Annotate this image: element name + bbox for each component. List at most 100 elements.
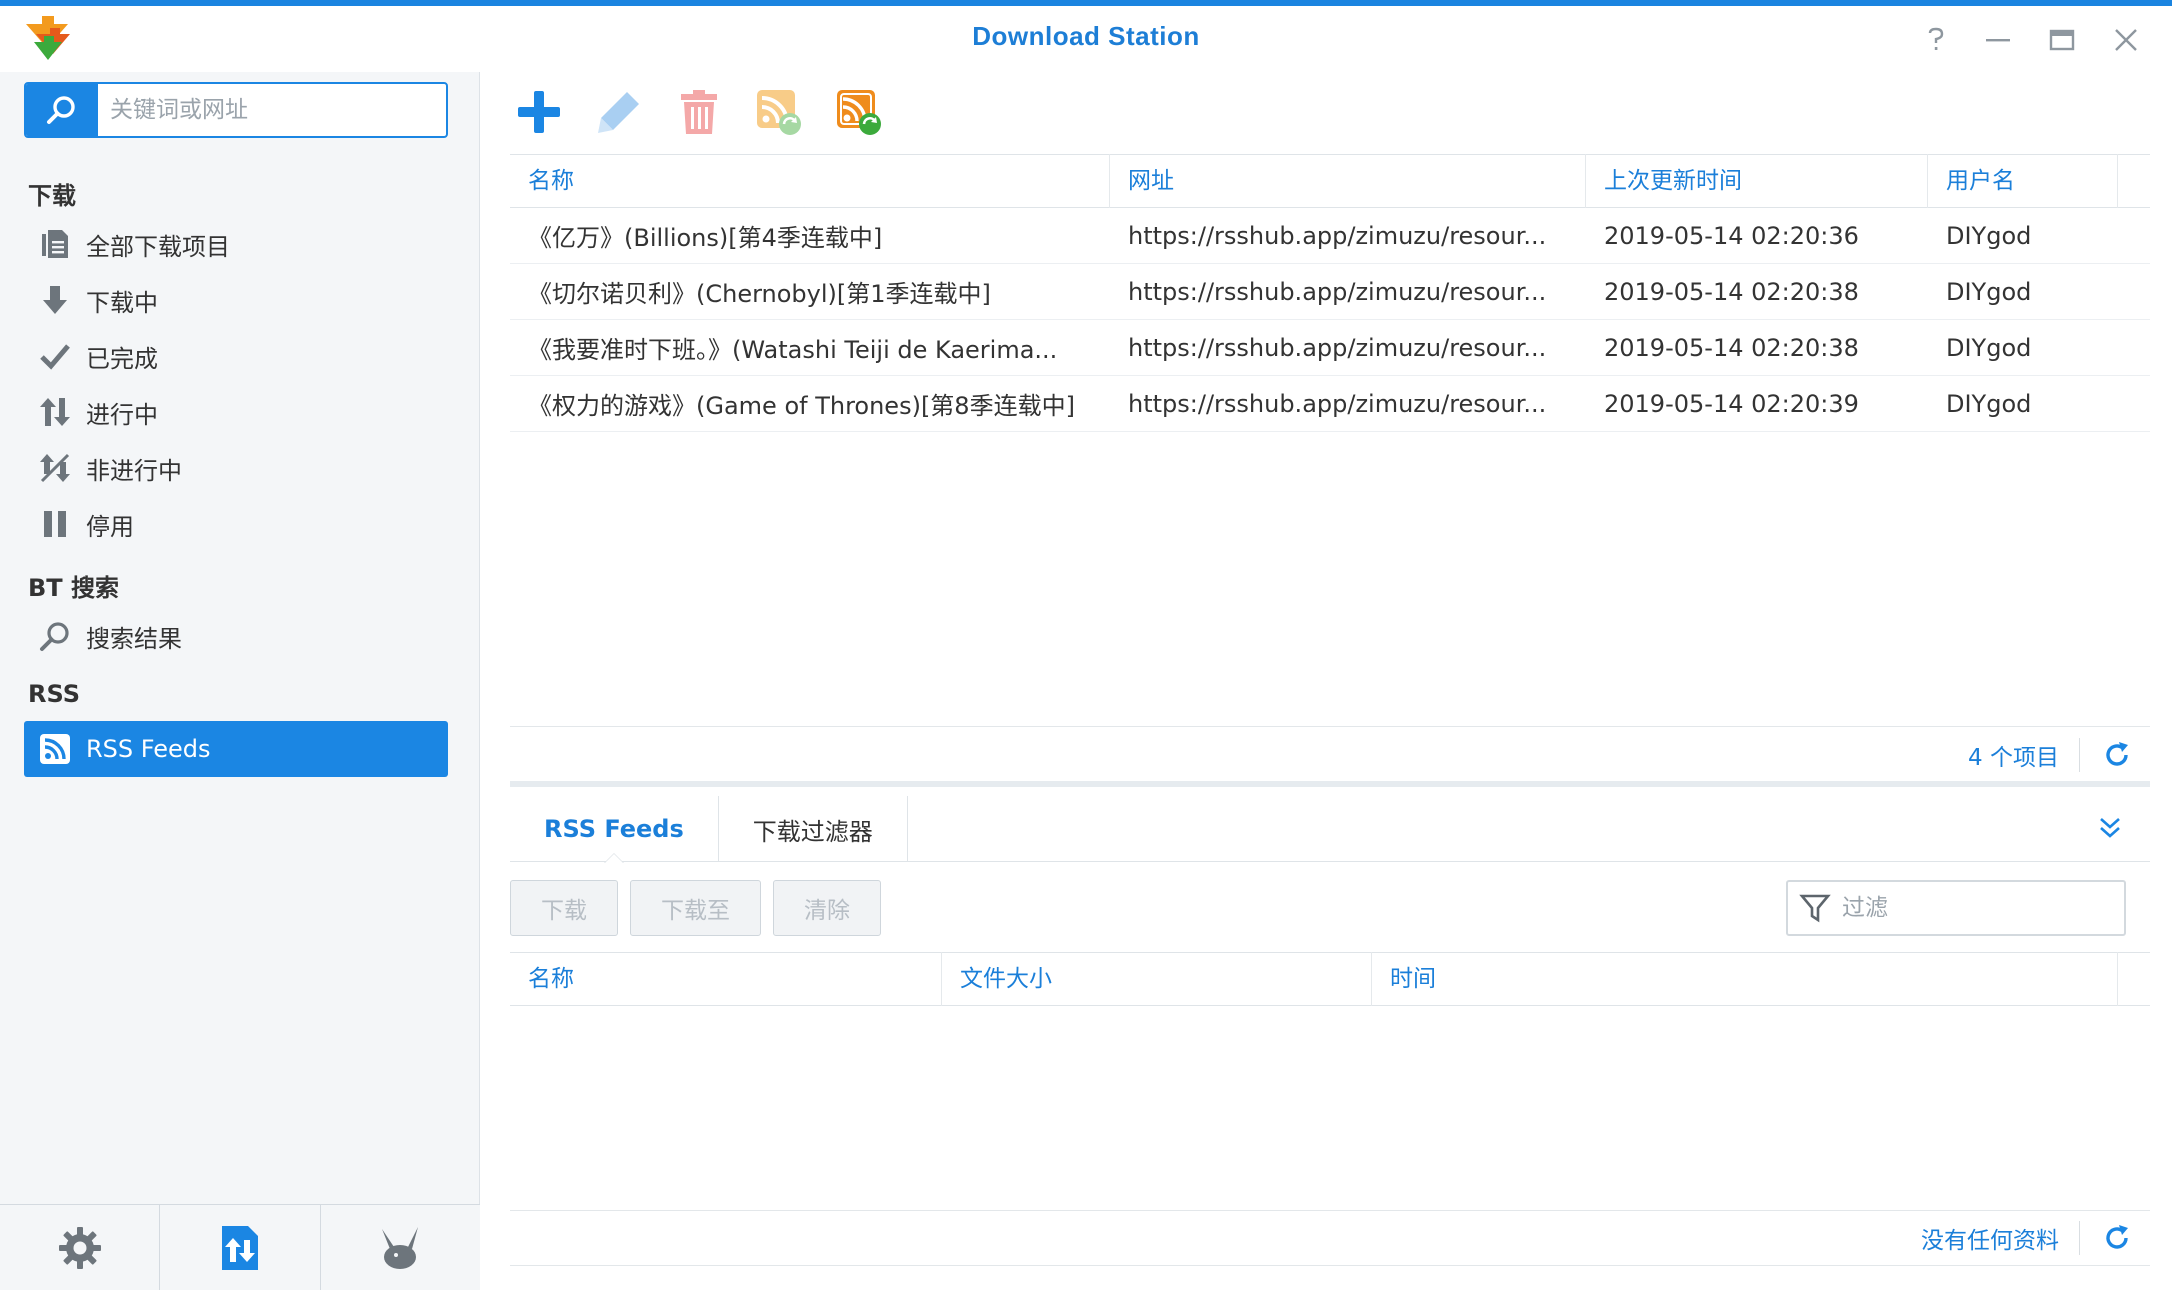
cell-username: DIYgod (1946, 389, 2032, 418)
detail-status-bar: 没有任何资料 (510, 1210, 2150, 1266)
sidebar-item-label: RSS Feeds (86, 735, 211, 763)
maximize-icon[interactable] (2042, 20, 2082, 60)
delete-button[interactable] (670, 83, 728, 141)
cell-last-updated: 2019-05-14 02:20:38 (1604, 277, 1859, 306)
sidebar-item-label: 搜索结果 (86, 624, 182, 653)
column-header-last-updated[interactable]: 上次更新时间 (1586, 154, 1928, 208)
no-data-text: 没有任何资料 (1921, 1228, 2059, 1254)
rss-update-all-button[interactable] (830, 83, 888, 141)
sidebar-item-all-downloads[interactable]: 全部下载项目 (24, 216, 448, 272)
transfer-icon (221, 1225, 258, 1270)
feed-items-table: 名称 文件大小 时间 (510, 952, 2150, 1006)
emule-icon (382, 1226, 419, 1269)
sidebar-item-label: 全部下载项目 (86, 232, 230, 261)
close-icon[interactable] (2106, 20, 2146, 60)
cell-url: https://rsshub.app/zimuzu/resour... (1128, 221, 1547, 250)
column-header-url[interactable]: 网址 (1110, 154, 1586, 208)
settings-button[interactable] (0, 1205, 161, 1290)
detail-tabs: RSS Feeds 下载过滤器 (510, 796, 2150, 863)
sidebar-item-search-results[interactable]: 搜索结果 (24, 608, 448, 664)
sidebar-item-downloading[interactable]: 下载中 (24, 272, 448, 328)
tab-label: RSS Feeds (544, 815, 684, 843)
column-header-username[interactable]: 用户名 (1928, 154, 2118, 208)
cell-name: 《我要准时下班。》(Watashi Teiji de Kaerima... (528, 336, 1058, 364)
collapse-panel-icon[interactable] (2092, 810, 2128, 846)
up-down-arrows-icon (38, 395, 72, 429)
cell-url: https://rsshub.app/zimuzu/resour... (1128, 277, 1547, 306)
cell-username: DIYgod (1946, 277, 2032, 306)
separator (2079, 737, 2080, 772)
cell-name: 《切尔诺贝利》(Chernobyl)[第1季连载中] (528, 280, 991, 308)
panel-divider[interactable] (510, 781, 2150, 787)
tab-rss-feeds[interactable]: RSS Feeds (510, 796, 719, 863)
arrow-down-icon (38, 283, 72, 317)
add-button[interactable] (510, 83, 568, 141)
window-title: Download Station (972, 21, 1200, 51)
filter-box (1786, 880, 2126, 936)
sidebar-item-label: 停用 (86, 512, 134, 541)
column-header-time[interactable]: 时间 (1372, 952, 2118, 1006)
search-icon (47, 96, 75, 124)
sidebar-item-label: 非进行中 (86, 456, 182, 485)
rss-update-button[interactable] (750, 83, 808, 141)
transfer-button[interactable] (160, 1205, 321, 1290)
sidebar-item-rss-feeds[interactable]: RSS Feeds (24, 721, 448, 777)
search-icon (38, 619, 72, 653)
sidebar-item-label: 进行中 (86, 400, 158, 429)
add-icon (518, 91, 560, 133)
rss-update-icon (757, 90, 801, 135)
cell-last-updated: 2019-05-14 02:20:39 (1604, 389, 1859, 418)
table-row[interactable]: 《权力的游戏》(Game of Thrones)[第8季连载中] https:/… (510, 376, 2150, 432)
search-input[interactable] (110, 84, 440, 136)
tab-download-filter[interactable]: 下载过滤器 (719, 796, 908, 862)
filter-input[interactable] (1842, 895, 2112, 921)
table-row[interactable]: 《我要准时下班。》(Watashi Teiji de Kaerima... ht… (510, 320, 2150, 376)
cell-url: https://rsshub.app/zimuzu/resour... (1128, 333, 1547, 362)
table-row[interactable]: 《切尔诺贝利》(Chernobyl)[第1季连载中] https://rsshu… (510, 264, 2150, 320)
settings-icon (58, 1226, 101, 1269)
pause-icon (38, 507, 72, 541)
download-button[interactable]: 下载 (510, 880, 618, 936)
item-count: 4 个项目 (1968, 744, 2059, 771)
help-icon[interactable] (1916, 20, 1956, 60)
cell-username: DIYgod (1946, 221, 2032, 250)
search-button[interactable] (26, 84, 98, 136)
detail-actions: 下载 下载至 清除 (510, 880, 881, 936)
download-to-button[interactable]: 下载至 (630, 880, 761, 936)
edit-button[interactable] (590, 83, 648, 141)
refresh-icon[interactable] (2102, 740, 2132, 770)
rss-update-all-icon (837, 90, 881, 135)
cell-name: 《亿万》(Billions)[第4季连载中] (528, 224, 883, 252)
sidebar-item-inactive[interactable]: 非进行中 (24, 440, 448, 496)
cell-last-updated: 2019-05-14 02:20:38 (1604, 333, 1859, 362)
column-header-name[interactable]: 名称 (510, 952, 942, 1006)
sidebar-item-active[interactable]: 进行中 (24, 384, 448, 440)
table-header: 名称 网址 上次更新时间 用户名 (510, 154, 2150, 208)
refresh-icon[interactable] (2102, 1223, 2132, 1253)
separator (2079, 1221, 2080, 1255)
clear-button[interactable]: 清除 (773, 880, 881, 936)
title-bar: Download Station (0, 6, 2172, 72)
tab-label: 下载过滤器 (752, 817, 873, 846)
filter-icon (1788, 892, 1842, 924)
rss-icon (38, 732, 72, 766)
sidebar-item-label: 下载中 (86, 288, 158, 317)
emule-button[interactable] (321, 1205, 480, 1290)
section-heading-download: 下载 (28, 182, 76, 210)
search-box (24, 82, 448, 138)
sidebar-item-label: 已完成 (86, 344, 158, 373)
table-row[interactable]: 《亿万》(Billions)[第4季连载中] https://rsshub.ap… (510, 208, 2150, 264)
cell-username: DIYgod (1946, 333, 2032, 362)
sidebar-bottom-bar (0, 1204, 480, 1290)
tab-active-indicator (603, 853, 624, 863)
sidebar-item-paused[interactable]: 停用 (24, 496, 448, 552)
checkmark-icon (38, 339, 72, 373)
cell-name: 《权力的游戏》(Game of Thrones)[第8季连载中] (528, 392, 1075, 420)
section-heading-rss: RSS (28, 680, 80, 708)
column-header-file-size[interactable]: 文件大小 (942, 952, 1372, 1006)
toolbar (510, 82, 888, 142)
minimize-icon[interactable] (1978, 20, 2018, 60)
sidebar-item-completed[interactable]: 已完成 (24, 328, 448, 384)
column-header-name[interactable]: 名称 (510, 154, 1110, 208)
cell-last-updated: 2019-05-14 02:20:36 (1604, 221, 1859, 250)
